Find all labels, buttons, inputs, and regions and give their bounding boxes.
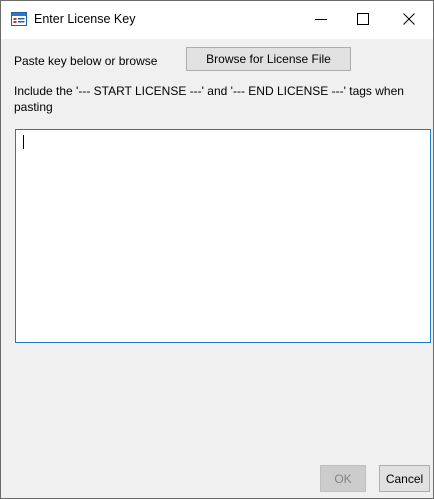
minimize-button[interactable] [301, 1, 341, 39]
title-bar[interactable]: Enter License Key [1, 1, 433, 39]
license-dialog: Enter License Key Paste key below or bro… [0, 0, 434, 499]
window-title: Enter License Key [34, 12, 136, 26]
license-key-textarea[interactable] [15, 129, 431, 343]
window-app-icon [11, 12, 27, 26]
dialog-body: Paste key below or browse Browse for Lic… [2, 39, 432, 497]
maximize-icon [357, 12, 369, 28]
minimize-icon [315, 13, 327, 28]
browse-license-button[interactable]: Browse for License File [186, 47, 351, 71]
maximize-button[interactable] [343, 1, 383, 39]
paste-label: Paste key below or browse [14, 54, 158, 68]
ok-button[interactable]: OK [320, 465, 366, 492]
close-icon [403, 12, 415, 28]
text-caret [23, 135, 24, 149]
close-button[interactable] [389, 1, 429, 39]
cancel-button[interactable]: Cancel [379, 465, 430, 492]
instructions-text: Include the '--- START LICENSE ---' and … [14, 84, 404, 114]
